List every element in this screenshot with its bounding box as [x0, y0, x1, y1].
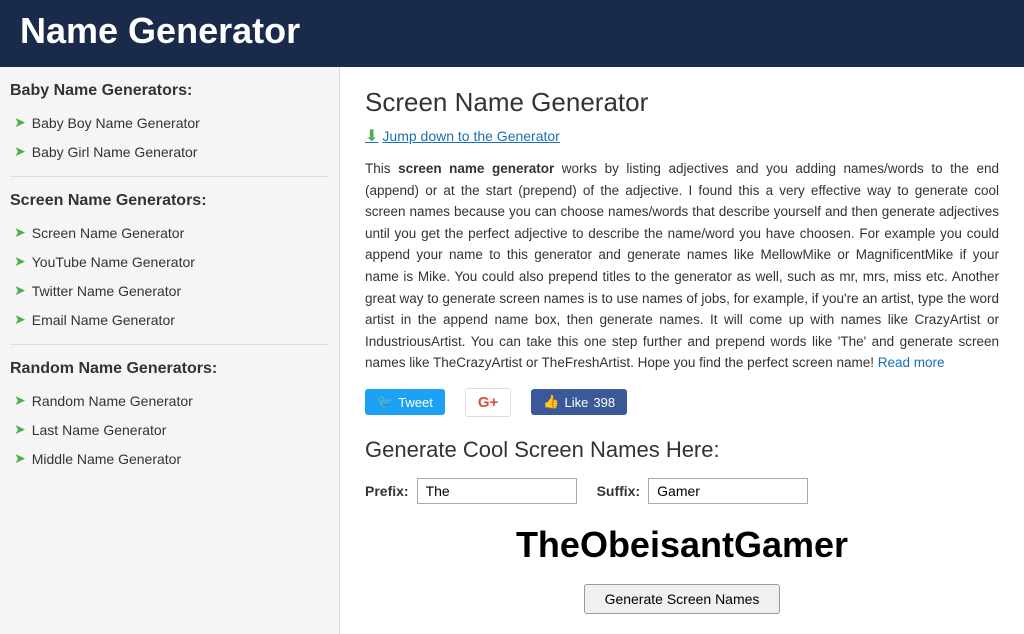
sidebar-link-label: Twitter Name Generator [32, 283, 181, 299]
suffix-group: Suffix: [597, 478, 809, 504]
header: Name Generator [0, 0, 1024, 67]
arrow-icon: ➤ [14, 392, 26, 409]
sidebar-link-label: YouTube Name Generator [32, 254, 195, 270]
sidebar-link-label: Baby Girl Name Generator [32, 144, 198, 160]
arrow-icon: ➤ [14, 224, 26, 241]
input-row: Prefix: Suffix: [365, 478, 999, 504]
gplus-icon: G+ [478, 394, 498, 411]
sidebar-item-screen-name[interactable]: ➤ Screen Name Generator [10, 218, 329, 247]
social-buttons: 🐦 Tweet G+ 👍 Like 398 [365, 388, 999, 417]
sidebar-link-label: Email Name Generator [32, 312, 175, 328]
description-rest: works by listing adjectives and you addi… [365, 161, 999, 370]
sidebar-item-baby-girl[interactable]: ➤ Baby Girl Name Generator [10, 137, 329, 166]
sidebar-item-twitter-name[interactable]: ➤ Twitter Name Generator [10, 276, 329, 305]
arrow-icon: ➤ [14, 282, 26, 299]
description-text: This screen name generator works by list… [365, 158, 999, 374]
like-thumb-icon: 👍 [543, 394, 559, 410]
page-title: Name Generator [20, 10, 1004, 52]
sidebar-link-label: Random Name Generator [32, 393, 193, 409]
like-count: 398 [593, 395, 615, 410]
content-title: Screen Name Generator [365, 87, 999, 118]
random-section-title: Random Name Generators: [10, 360, 329, 378]
sidebar-link-label: Last Name Generator [32, 422, 167, 438]
generated-name-display: TheObeisantGamer [365, 524, 999, 566]
prefix-input[interactable] [417, 478, 577, 504]
sidebar-divider-1 [10, 176, 329, 177]
description-bold: screen name generator [398, 161, 554, 176]
suffix-label: Suffix: [597, 483, 641, 499]
sidebar-link-label: Middle Name Generator [32, 451, 181, 467]
jump-link-text: Jump down to the Generator [382, 128, 559, 144]
arrow-icon: ➤ [14, 311, 26, 328]
sidebar-link-label: Baby Boy Name Generator [32, 115, 200, 131]
arrow-icon: ➤ [14, 114, 26, 131]
generate-section-title: Generate Cool Screen Names Here: [365, 437, 999, 463]
arrow-icon: ➤ [14, 143, 26, 160]
suffix-input[interactable] [648, 478, 808, 504]
like-label: Like [565, 395, 589, 410]
like-button[interactable]: 👍 Like 398 [531, 389, 627, 415]
generate-button[interactable]: Generate Screen Names [584, 584, 781, 614]
main-layout: Baby Name Generators: ➤ Baby Boy Name Ge… [0, 67, 1024, 634]
sidebar-item-middle-name[interactable]: ➤ Middle Name Generator [10, 444, 329, 473]
tweet-button[interactable]: 🐦 Tweet [365, 389, 445, 415]
tweet-label: Tweet [398, 395, 433, 410]
arrow-icon: ➤ [14, 421, 26, 438]
sidebar-divider-2 [10, 344, 329, 345]
baby-section-title: Baby Name Generators: [10, 82, 329, 100]
sidebar-item-baby-boy[interactable]: ➤ Baby Boy Name Generator [10, 108, 329, 137]
arrow-icon: ➤ [14, 450, 26, 467]
twitter-icon: 🐦 [377, 394, 393, 410]
down-arrow-icon: ⬇ [365, 126, 378, 146]
prefix-label: Prefix: [365, 483, 409, 499]
sidebar-item-last-name[interactable]: ➤ Last Name Generator [10, 415, 329, 444]
sidebar-item-youtube-name[interactable]: ➤ YouTube Name Generator [10, 247, 329, 276]
description-intro: This [365, 161, 398, 176]
jump-to-generator-link[interactable]: ⬇ Jump down to the Generator [365, 126, 560, 146]
sidebar-link-label: Screen Name Generator [32, 225, 185, 241]
prefix-group: Prefix: [365, 478, 577, 504]
arrow-icon: ➤ [14, 253, 26, 270]
sidebar: Baby Name Generators: ➤ Baby Boy Name Ge… [0, 67, 340, 634]
screen-section-title: Screen Name Generators: [10, 192, 329, 210]
sidebar-item-email-name[interactable]: ➤ Email Name Generator [10, 305, 329, 334]
content-area: Screen Name Generator ⬇ Jump down to the… [340, 67, 1024, 634]
sidebar-item-random-name[interactable]: ➤ Random Name Generator [10, 386, 329, 415]
gplus-button[interactable]: G+ [465, 388, 511, 417]
read-more-link[interactable]: Read more [878, 355, 945, 370]
